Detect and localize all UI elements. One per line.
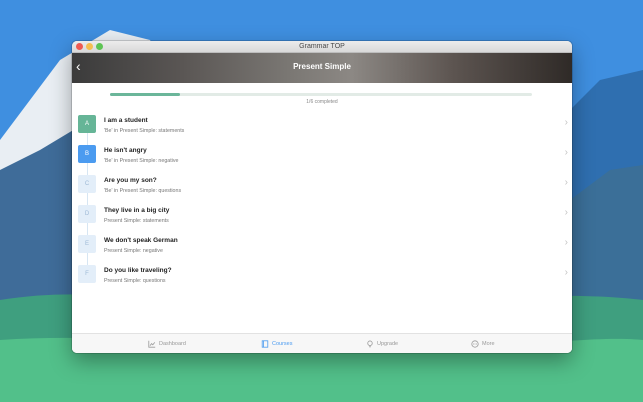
course-progress-bar (110, 93, 532, 96)
bulb-icon (367, 340, 373, 347)
lesson-title: Are you my son? (104, 177, 157, 184)
lessons-panel: 1/6 completed A I am a student 'Be' in P… (72, 83, 572, 353)
lesson-subtitle: Present Simple: questions (104, 278, 166, 284)
chevron-right-icon: › (564, 267, 568, 278)
progress-label: 1/6 completed (306, 99, 338, 105)
lesson-title: They live in a big city (104, 207, 170, 214)
lesson-letter-badge: A (78, 115, 96, 133)
book-icon (261, 339, 269, 348)
lesson-subtitle: Present Simple: negative (104, 248, 163, 254)
chevron-right-icon: › (564, 207, 568, 218)
lesson-letter-badge: E (78, 235, 96, 253)
window-titlebar: Grammar TOP (72, 41, 572, 53)
lesson-subtitle: Present Simple: statements (104, 218, 169, 224)
window-title: Grammar TOP (299, 43, 345, 50)
lesson-title: He isn't angry (104, 147, 147, 154)
tab-label: More (482, 340, 495, 347)
lesson-title: We don't speak German (104, 237, 178, 244)
lesson-item-b[interactable]: B He isn't angry 'Be' in Present Simple:… (72, 143, 572, 173)
course-progress-fill (110, 93, 181, 96)
chart-icon (148, 340, 156, 348)
tab-label: Dashboard (159, 340, 186, 347)
lesson-item-c[interactable]: C Are you my son? 'Be' in Present Simple… (72, 173, 572, 203)
lesson-title: Do you like traveling? (104, 267, 172, 274)
lesson-item-d[interactable]: D They live in a big city Present Simple… (72, 203, 572, 233)
lesson-subtitle: 'Be' in Present Simple: statements (104, 128, 185, 134)
tab-courses[interactable]: Courses (261, 334, 292, 353)
app-window: Grammar TOP ‹ Present Simple 1/6 complet… (72, 41, 572, 353)
lesson-title: I am a student (104, 117, 148, 124)
lesson-subtitle: 'Be' in Present Simple: questions (104, 188, 182, 194)
lesson-item-a[interactable]: A I am a student 'Be' in Present Simple:… (72, 113, 572, 143)
tab-label: Upgrade (377, 340, 399, 347)
chevron-right-icon: › (564, 117, 568, 128)
lesson-letter-badge: F (78, 265, 96, 283)
chevron-right-icon: › (564, 177, 568, 188)
tab-label: Courses (272, 340, 293, 347)
lesson-item-f[interactable]: F Do you like traveling? Present Simple:… (72, 263, 572, 293)
lesson-letter-badge: D (78, 205, 96, 223)
tab-dashboard[interactable]: Dashboard (148, 334, 186, 353)
lesson-item-e[interactable]: E We don't speak German Present Simple: … (72, 233, 572, 263)
lesson-letter-badge: B (78, 145, 96, 163)
lesson-subtitle: 'Be' in Present Simple: negative (104, 158, 179, 164)
chevron-right-icon: › (564, 147, 568, 158)
chevron-right-icon: › (564, 237, 568, 248)
bottom-tab-bar: Dashboard Courses Upgrade More (72, 333, 572, 353)
page-title: Present Simple (293, 62, 351, 71)
tab-more[interactable]: More (471, 334, 495, 353)
lesson-letter-badge: C (78, 175, 96, 193)
tab-upgrade[interactable]: Upgrade (366, 334, 398, 353)
more-icon (471, 339, 479, 348)
header-banner: ‹ Present Simple (72, 53, 572, 83)
